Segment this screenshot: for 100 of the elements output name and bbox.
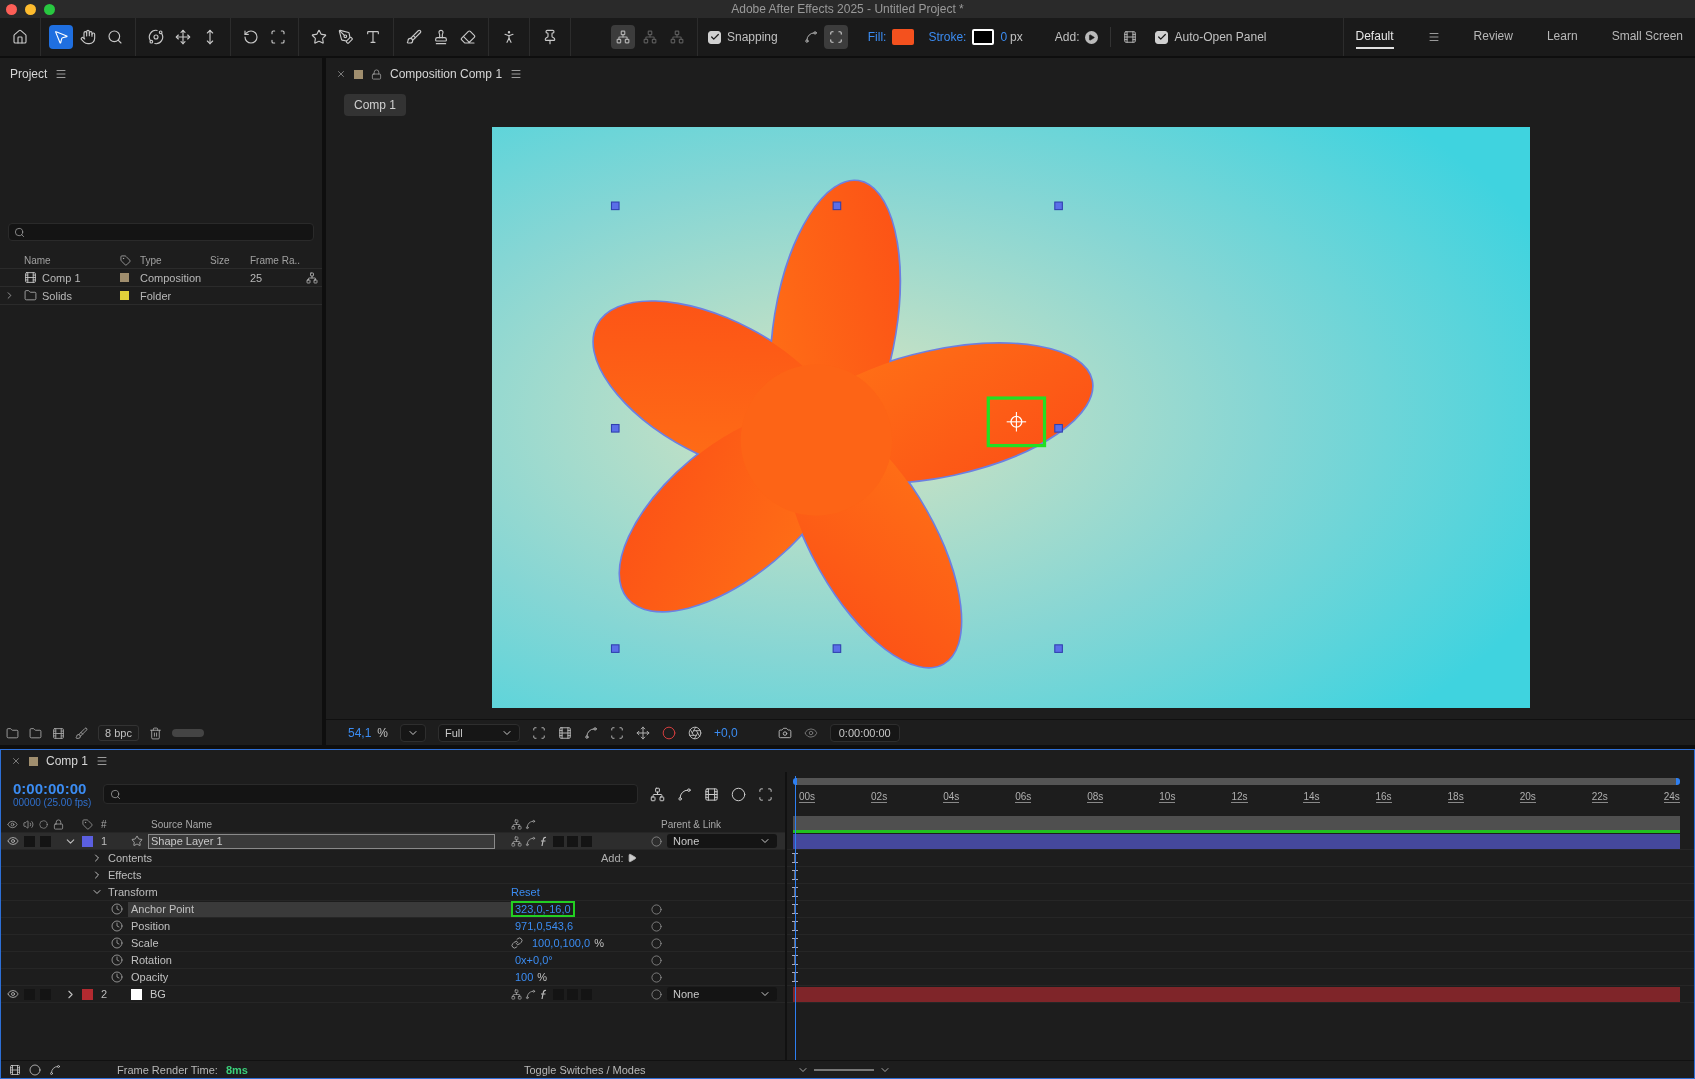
label-color[interactable] [120, 291, 129, 300]
zoom-unit: % [377, 725, 389, 740]
label-color[interactable] [82, 835, 93, 847]
safe-area-icon [610, 725, 625, 740]
breadcrumb-button[interactable]: Comp 1 [344, 94, 407, 116]
workspace-tab[interactable]: Small Screen [1611, 25, 1683, 49]
column-header[interactable]: Parent & Link [651, 818, 785, 830]
workspace-tab[interactable]: Learn [1546, 25, 1578, 49]
parent-dropdown[interactable]: None [667, 834, 777, 848]
property-value[interactable]: 323,0,-16,0 [511, 901, 575, 917]
stroke-width[interactable]: 0 [1000, 30, 1008, 44]
auto-open-checkbox[interactable] [1155, 30, 1169, 44]
keyframe-marker-icon [792, 887, 798, 897]
column-header[interactable]: # [101, 818, 131, 830]
property-value[interactable]: 0x+0,0° [511, 952, 557, 968]
maximize-window-button[interactable] [44, 4, 55, 15]
search-field[interactable] [103, 784, 638, 804]
close-window-button[interactable] [6, 4, 17, 15]
pick-whip-icon [651, 937, 662, 949]
switch-box[interactable] [40, 835, 51, 847]
property-row[interactable]: Position 971,0,543,6 [1, 918, 785, 935]
anchor-point-icon[interactable] [986, 396, 1046, 448]
property-value[interactable]: 971,0,543,6 [511, 918, 578, 934]
exposure-value[interactable]: +0,0 [714, 725, 738, 740]
column-header[interactable]: Name [24, 255, 120, 266]
column-header[interactable]: Size [210, 255, 250, 266]
property-value[interactable]: 100 [511, 969, 538, 985]
layer-row[interactable]: 2 BG None [1, 986, 785, 1003]
stroke-swatch[interactable] [972, 29, 995, 45]
selection-handle[interactable] [832, 644, 841, 653]
scroll-bar[interactable] [171, 729, 204, 737]
property-name[interactable]: Opacity [128, 969, 511, 985]
selection-handle[interactable] [610, 201, 620, 211]
layer-number: 1 [101, 835, 109, 847]
label-color[interactable] [82, 988, 93, 1000]
panel-title[interactable]: Project [10, 67, 48, 81]
panel-title[interactable]: Composition Comp 1 [390, 67, 503, 81]
fill-swatch[interactable] [892, 29, 915, 45]
snap-option-button[interactable] [823, 25, 848, 49]
current-time[interactable]: 0:00:00:00 [13, 780, 92, 797]
resolution-dropdown[interactable]: Full [438, 723, 521, 742]
selection-handle[interactable] [610, 423, 620, 433]
property-row[interactable]: Opacity 100 % [1, 969, 785, 986]
timecode-field[interactable]: 0:00:00:00 [829, 723, 900, 742]
bit-depth-button[interactable]: 8 bpc [98, 725, 139, 741]
axis-mode-button[interactable] [611, 25, 635, 49]
menu-icon [1427, 31, 1440, 43]
property-row[interactable]: Anchor Point 323,0,-16,0 [1, 901, 785, 918]
column-header[interactable]: Frame Ra.. [250, 255, 306, 266]
add-menu-button[interactable]: Add: [601, 852, 637, 864]
axis-icon [643, 30, 657, 44]
property-name[interactable]: Rotation [128, 952, 511, 968]
selection-handle[interactable] [1053, 644, 1063, 653]
property-name[interactable]: Anchor Point [128, 901, 511, 917]
reset-link[interactable]: Reset [511, 886, 540, 898]
search-field[interactable] [8, 223, 314, 241]
stopwatch-icon [111, 954, 123, 966]
selection-handle[interactable] [610, 644, 620, 653]
project-item[interactable]: Comp 1 Composition 25 [0, 269, 322, 287]
selection-handle[interactable] [1053, 423, 1063, 433]
selection-handle[interactable] [1053, 201, 1063, 211]
layer-row[interactable]: 1 Shape Layer 1 None [1, 833, 785, 850]
column-header[interactable]: Type [140, 255, 210, 266]
switch-box[interactable] [581, 835, 592, 847]
layer-bar[interactable] [793, 833, 1680, 849]
pick-whip-icon [651, 835, 662, 847]
project-item[interactable]: Solids Folder [0, 287, 322, 305]
property-row[interactable]: Rotation 0x+0,0° [1, 952, 785, 969]
add-button[interactable] [1085, 30, 1099, 44]
toggle-modes-button[interactable]: Toggle Switches / Modes [523, 1063, 646, 1076]
property-group-name[interactable]: Effects [108, 869, 142, 881]
label-icon [82, 818, 93, 830]
selection-handle[interactable] [832, 201, 841, 211]
play-icon [626, 853, 637, 863]
pointer-tool-button[interactable] [49, 25, 73, 49]
layer-name[interactable]: Shape Layer 1 [148, 833, 495, 849]
zoom-value[interactable]: 54,1 [348, 725, 372, 740]
property-group-name[interactable]: Contents [108, 852, 153, 864]
layer-name[interactable]: BG [147, 986, 495, 1002]
parent-dropdown[interactable]: None [667, 987, 777, 1001]
switch-box[interactable] [24, 835, 35, 847]
zoom-dropdown[interactable] [400, 723, 427, 742]
snapping-checkbox[interactable] [708, 30, 721, 44]
property-row[interactable]: Scale 100,0,100,0 % [1, 935, 785, 952]
property-name[interactable]: Scale [128, 935, 511, 951]
time-label: 22s [1591, 791, 1608, 803]
switch-box[interactable] [567, 835, 578, 847]
workspace-tab[interactable]: Review [1473, 25, 1513, 49]
time-navigator[interactable] [793, 816, 1680, 833]
column-header[interactable]: Source Name [131, 818, 511, 830]
label-color[interactable] [120, 273, 129, 282]
frame-blending-icon [704, 786, 719, 802]
minimize-window-button[interactable] [25, 4, 36, 15]
switch-box[interactable] [553, 835, 564, 847]
stroke-label: Stroke: [928, 30, 967, 44]
property-value[interactable]: 100,0,100,0 [528, 935, 595, 951]
workspace-tab[interactable]: Default [1355, 25, 1394, 49]
property-group-name[interactable]: Transform [108, 886, 158, 898]
property-name[interactable]: Position [128, 918, 511, 934]
panel-title[interactable]: Comp 1 [46, 754, 89, 768]
